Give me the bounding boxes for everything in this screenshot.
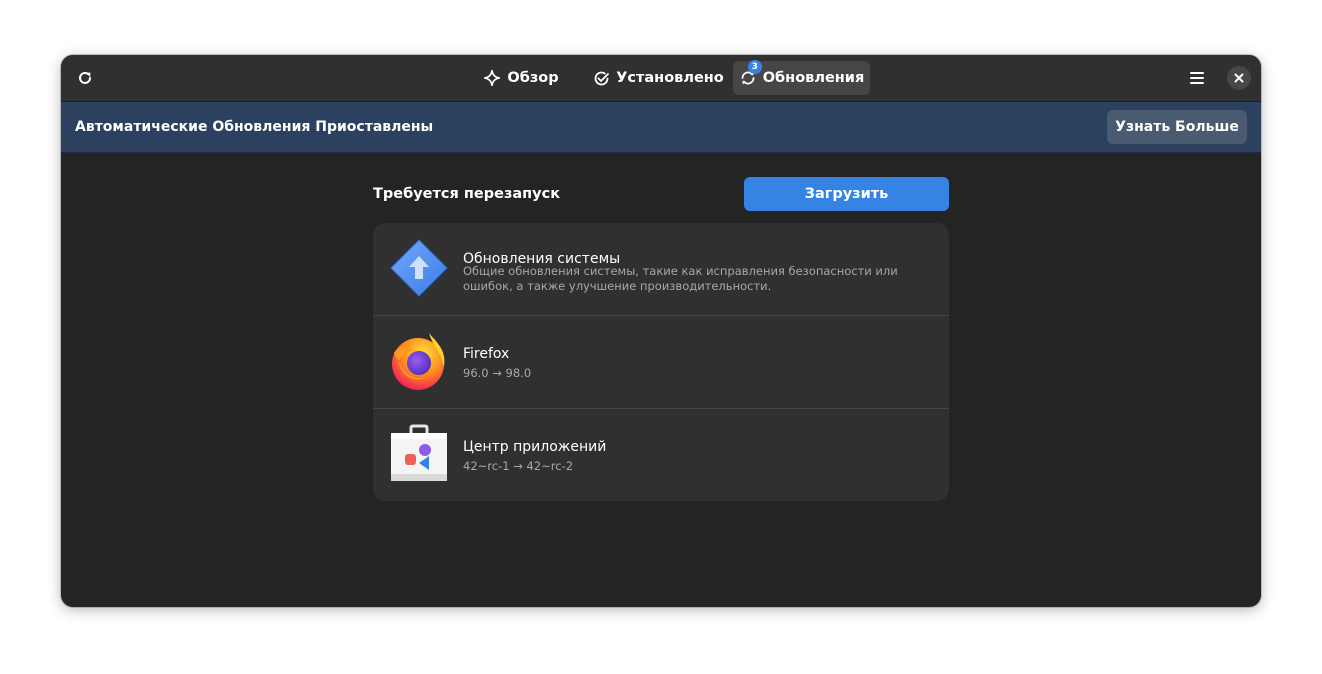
tab-updates-label: Обновления <box>762 70 865 86</box>
app-window: Обзор Установлено 3 Обновления Автоматич… <box>61 55 1261 607</box>
close-icon <box>1234 73 1244 83</box>
main-menu-button[interactable] <box>1181 62 1213 94</box>
download-button[interactable]: Загрузить <box>744 177 949 211</box>
item-description: Общие обновления системы, такие как испр… <box>463 264 898 293</box>
section-title: Требуется перезапуск <box>373 186 561 202</box>
list-item-firefox[interactable]: Firefox 96.0 → 98.0 <box>373 316 949 409</box>
software-center-icon <box>391 424 447 481</box>
sparkle-icon <box>483 69 501 87</box>
header-bar: Обзор Установлено 3 Обновления <box>61 55 1261 102</box>
updates-list: Обновления системы Общие обновления сист… <box>373 223 949 501</box>
firefox-icon <box>392 333 445 390</box>
item-title: Firefox <box>463 346 510 362</box>
item-title: Центр приложений <box>463 439 607 455</box>
updates-count-badge: 3 <box>747 60 762 74</box>
list-item-software-center[interactable]: Центр приложений 42~rc-1 → 42~rc-2 <box>373 409 949 501</box>
check-circle-icon <box>593 69 610 87</box>
learn-more-button[interactable]: Узнать Больше <box>1107 110 1247 144</box>
item-version: 42~rc-1 → 42~rc-2 <box>463 459 574 473</box>
item-version: 96.0 → 98.0 <box>463 366 532 380</box>
tab-installed-label: Установлено <box>616 70 724 86</box>
tab-updates[interactable]: 3 Обновления <box>733 60 870 95</box>
refresh-icon: 3 <box>739 60 762 87</box>
list-item-system-updates[interactable]: Обновления системы Общие обновления сист… <box>373 223 949 316</box>
close-button[interactable] <box>1227 66 1251 90</box>
hamburger-menu-icon <box>1190 72 1204 84</box>
system-update-icon <box>390 239 448 297</box>
tab-installed[interactable]: Установлено <box>593 61 724 95</box>
refresh-button[interactable] <box>69 62 101 94</box>
tab-explore-label: Обзор <box>507 70 559 86</box>
banner-message: Автоматические Обновления Приоставлены <box>75 119 434 135</box>
auto-updates-banner: Автоматические Обновления Приоставлены У… <box>61 102 1261 153</box>
tab-explore[interactable]: Обзор <box>481 61 561 95</box>
refresh-icon <box>79 71 91 84</box>
